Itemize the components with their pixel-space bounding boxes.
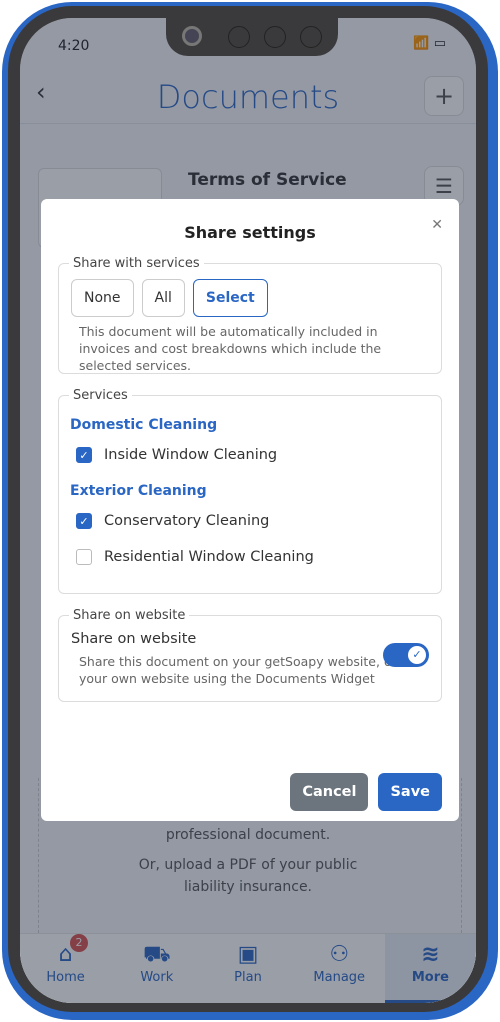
share-settings-modal: Share settings ✕ Share with services Non… xyxy=(41,199,459,821)
service-group-title: Domestic Cleaning xyxy=(70,417,218,433)
service-label: Conservatory Cleaning xyxy=(104,513,270,529)
sensor-icon xyxy=(300,26,322,48)
save-button[interactable]: Save xyxy=(378,773,442,811)
option-none[interactable]: None xyxy=(71,279,134,317)
website-section: Share on website Share on website ✓ Shar… xyxy=(58,608,442,702)
service-checkbox[interactable]: ✓ Conservatory Cleaning xyxy=(76,513,429,529)
service-label: Residential Window Cleaning xyxy=(104,549,314,565)
share-hint: This document will be automatically incl… xyxy=(79,324,382,373)
sensor-icon xyxy=(264,26,286,48)
camera-icon xyxy=(182,26,202,46)
cancel-button[interactable]: Cancel xyxy=(290,773,369,811)
checkbox-unchecked-icon[interactable] xyxy=(76,549,92,565)
screen: 4:20 📶 ▭ ‹ Documents + Terms of Service … xyxy=(20,18,476,1003)
camera-notch xyxy=(166,18,338,56)
share-website-toggle[interactable]: ✓ xyxy=(383,643,429,667)
website-toggle-label: Share on website xyxy=(71,631,197,647)
check-icon: ✓ xyxy=(408,646,426,664)
service-checkbox[interactable]: ✓ Inside Window Cleaning xyxy=(76,447,429,463)
share-mode-selector: None All Select xyxy=(71,279,429,317)
close-icon[interactable]: ✕ xyxy=(431,217,443,233)
share-services-section: Share with services None All Select This… xyxy=(58,256,442,374)
option-all[interactable]: All xyxy=(141,279,185,317)
service-group-title: Exterior Cleaning xyxy=(70,483,207,499)
website-hint: Share this document on your getSoapy web… xyxy=(79,654,417,686)
sensor-icon xyxy=(228,26,250,48)
checkbox-checked-icon[interactable]: ✓ xyxy=(76,447,92,463)
services-section: Services Domestic Cleaning ✓ Inside Windo… xyxy=(58,388,442,594)
option-select[interactable]: Select xyxy=(192,279,268,317)
service-label: Inside Window Cleaning xyxy=(104,447,278,463)
checkbox-checked-icon[interactable]: ✓ xyxy=(76,513,92,529)
modal-title: Share settings xyxy=(184,223,316,242)
modal-actions: Cancel Save xyxy=(290,773,442,811)
section-legend: Share on website xyxy=(73,608,186,623)
section-legend: Services xyxy=(73,388,128,403)
service-checkbox[interactable]: Residential Window Cleaning xyxy=(76,549,429,565)
section-legend: Share with services xyxy=(73,256,200,271)
